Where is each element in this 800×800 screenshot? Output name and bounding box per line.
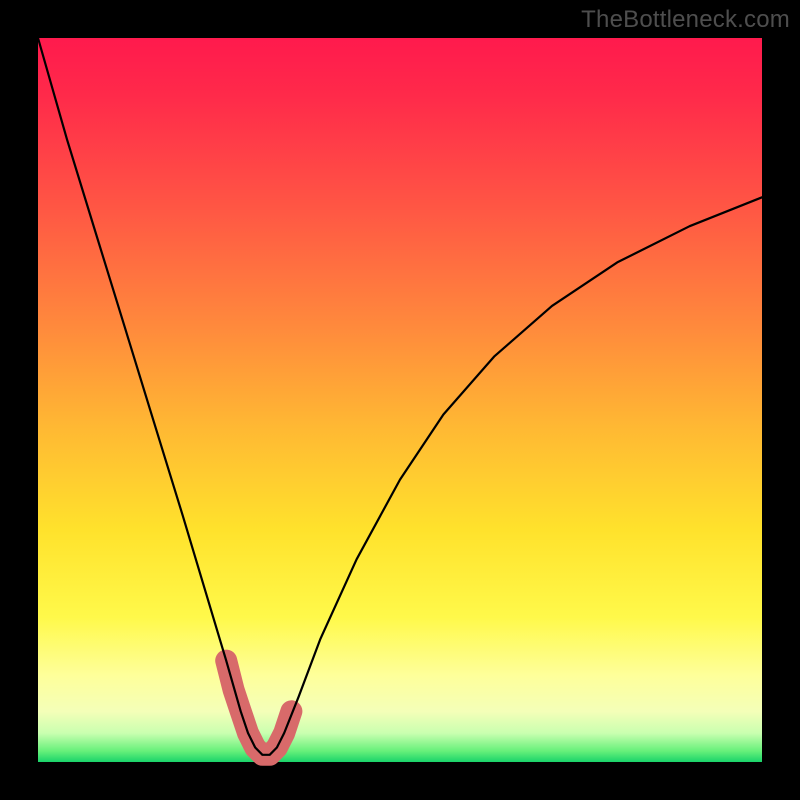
chart-frame: TheBottleneck.com [0, 0, 800, 800]
highlight-band [226, 661, 291, 755]
watermark-text: TheBottleneck.com [581, 6, 790, 34]
bottleneck-curve [38, 38, 762, 762]
plot-area [38, 38, 762, 762]
curve-main [38, 38, 762, 755]
